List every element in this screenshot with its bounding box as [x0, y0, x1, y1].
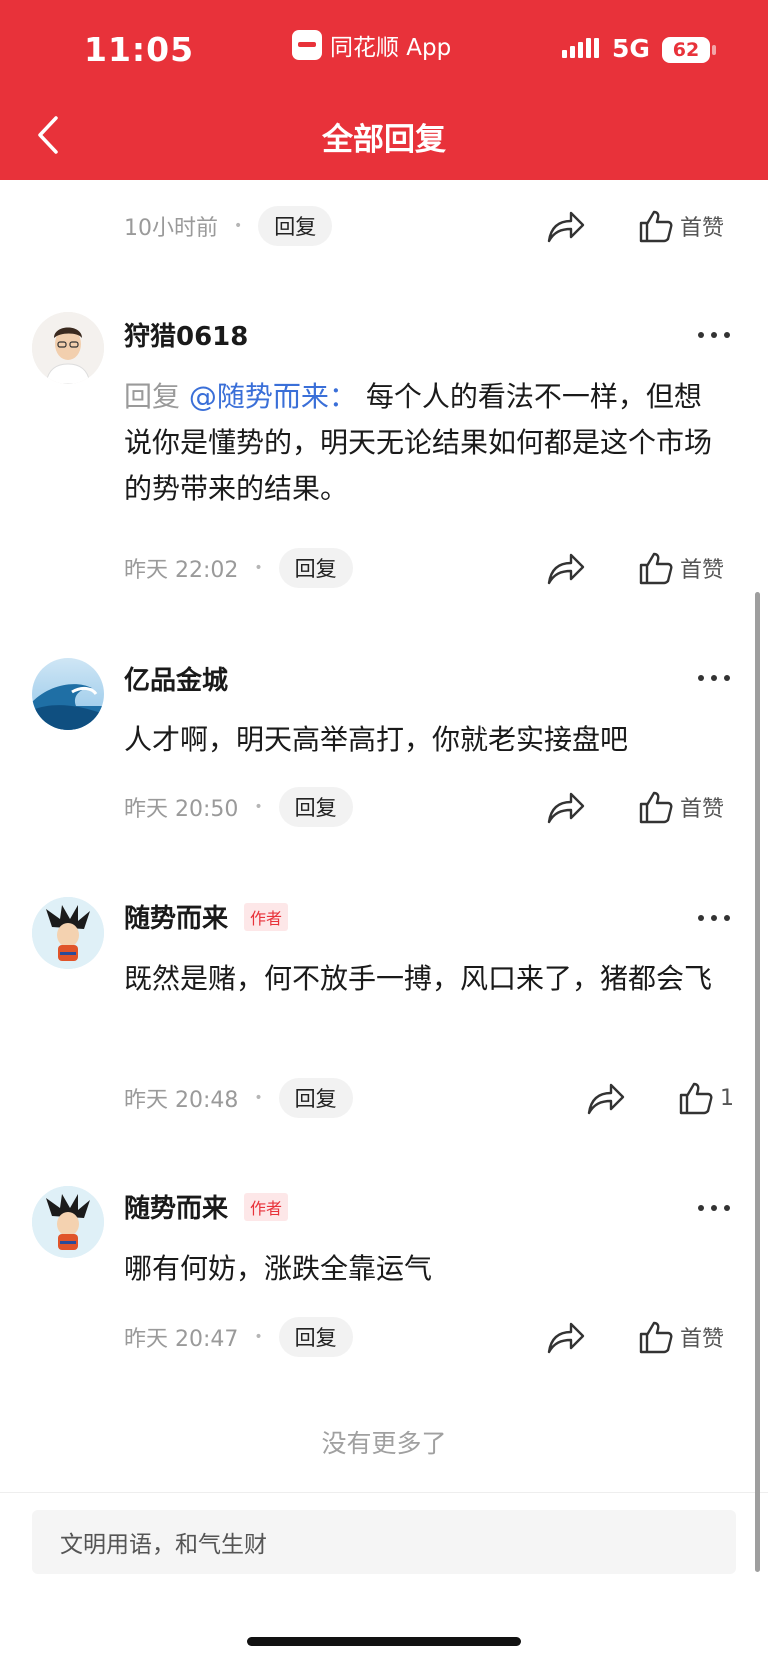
avatar[interactable] [32, 897, 104, 969]
author-tag: 作者 [244, 1192, 289, 1221]
comment-action-row: 昨天 20:48 • 回复 [124, 1078, 744, 1118]
home-indicator[interactable] [247, 1637, 521, 1646]
return-to-app-badge[interactable]: 同花顺 App [292, 28, 451, 62]
comment-input-placeholder: 文明用语，和气生财 [60, 1532, 267, 1558]
mention-link[interactable]: @随势而来： [189, 380, 357, 413]
app-label: 同花顺 App [330, 35, 452, 61]
comment-time: 昨天 20:47 [124, 1327, 239, 1352]
reply-button[interactable]: 回复 [278, 1078, 353, 1118]
like-label: 首赞 [680, 216, 725, 241]
reply-button[interactable]: 回复 [258, 206, 333, 246]
like-button[interactable]: 1 [678, 1080, 734, 1116]
like-button[interactable]: 首赞 [638, 550, 724, 586]
thumbs-up-icon [639, 210, 673, 243]
comment-time: 昨天 22:02 [124, 558, 239, 583]
comment-text: 哪有何妨，涨跌全靠运气 [124, 1246, 724, 1292]
divider [0, 1492, 768, 1493]
more-dots-icon[interactable] [696, 1203, 732, 1213]
like-label: 首赞 [680, 797, 725, 822]
comment-text: 既然是赌，何不放手一搏，风口来了，猪都会飞 [124, 956, 714, 1002]
network-type: 5G [612, 34, 650, 63]
like-label: 首赞 [680, 1327, 725, 1352]
like-button[interactable]: 首赞 [638, 1319, 724, 1355]
share-icon[interactable] [545, 209, 587, 245]
scrollbar[interactable] [755, 592, 760, 1572]
comment-header: 亿品金城 [124, 660, 228, 697]
comment-text: 人才啊，明天高举高打，你就老实接盘吧 [124, 717, 724, 763]
share-icon[interactable] [545, 790, 587, 826]
reply-button[interactable]: 回复 [278, 1317, 353, 1357]
comment-header: 随势而来 作者 [124, 898, 289, 935]
thumbs-up-icon [679, 1082, 713, 1115]
battery-indicator: 62 [662, 37, 716, 63]
comment-text: 回复 @随势而来： 每个人的看法不一样，但想说你是懂势的，明天无论结果如何都是这… [124, 374, 724, 512]
signal-icon [562, 38, 599, 58]
thumbs-up-icon [639, 552, 673, 585]
thumbs-up-icon [639, 791, 673, 824]
username[interactable]: 亿品金城 [124, 660, 228, 697]
avatar[interactable] [32, 312, 104, 384]
avatar[interactable] [32, 1186, 104, 1258]
header-bar: 11:05 同花顺 App 5G 62 全部回复 [0, 0, 768, 180]
reply-button[interactable]: 回复 [278, 548, 353, 588]
avatar[interactable] [32, 658, 104, 730]
reply-prefix: 回复 [124, 380, 181, 413]
author-tag: 作者 [244, 902, 289, 931]
comment-body: 人才啊，明天高举高打，你就老实接盘吧 [124, 723, 629, 756]
like-label: 首赞 [680, 558, 725, 583]
comment-time: 昨天 20:50 [124, 797, 239, 822]
comment-time: 10小时前 [124, 216, 218, 241]
username[interactable]: 随势而来 [124, 1188, 228, 1225]
comment-input[interactable]: 文明用语，和气生财 [32, 1510, 736, 1574]
like-button[interactable]: 首赞 [638, 208, 724, 244]
more-dots-icon[interactable] [696, 913, 732, 923]
comment-header: 狩猎0618 [124, 316, 248, 353]
status-time: 11:05 [84, 30, 195, 69]
username[interactable]: 狩猎0618 [124, 316, 248, 353]
comment-body: 既然是赌，何不放手一搏，风口来了，猪都会飞 [124, 962, 713, 995]
no-more-label: 没有更多了 [321, 1429, 447, 1458]
share-icon[interactable] [545, 1320, 587, 1356]
share-icon[interactable] [585, 1081, 627, 1117]
more-dots-icon[interactable] [696, 330, 732, 340]
app-logo-icon [292, 30, 322, 60]
comment-time: 昨天 20:48 [124, 1088, 239, 1113]
username[interactable]: 随势而来 [124, 898, 228, 935]
like-button[interactable]: 首赞 [638, 789, 724, 825]
thumbs-up-icon [639, 1321, 673, 1354]
more-dots-icon[interactable] [696, 673, 732, 683]
share-icon[interactable] [545, 551, 587, 587]
like-count: 1 [720, 1085, 734, 1111]
comment-header: 随势而来 作者 [124, 1188, 289, 1225]
page-title: 全部回复 [322, 122, 446, 158]
reply-button[interactable]: 回复 [278, 787, 353, 827]
comment-body: 哪有何妨，涨跌全靠运气 [124, 1252, 433, 1285]
